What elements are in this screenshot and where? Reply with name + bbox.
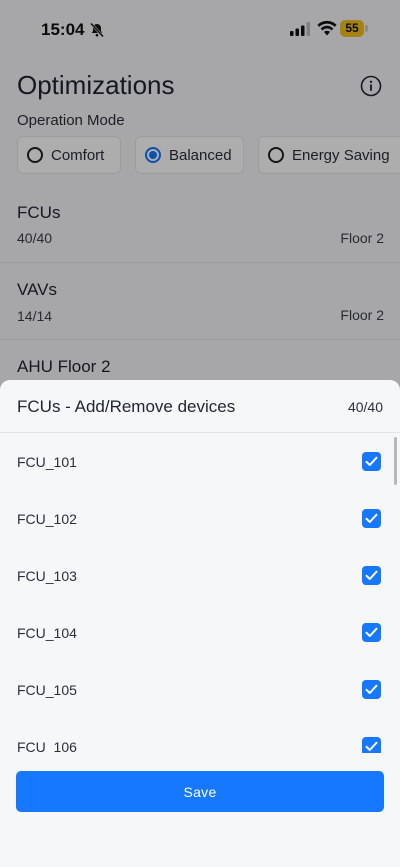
list-scrollbar[interactable]	[394, 437, 397, 485]
device-checkbox[interactable]	[362, 566, 381, 585]
device-row[interactable]: FCU_106	[0, 718, 400, 753]
device-row[interactable]: FCU_101	[0, 433, 400, 490]
device-row[interactable]: FCU_104	[0, 604, 400, 661]
sheet-title: FCUs - Add/Remove devices	[17, 397, 236, 416]
device-label: FCU_102	[17, 511, 77, 527]
device-row[interactable]: FCU_105	[0, 661, 400, 718]
sheet-header: FCUs - Add/Remove devices 40/40	[0, 380, 400, 433]
device-checkbox[interactable]	[362, 509, 381, 528]
device-label: FCU_101	[17, 454, 77, 470]
device-label: FCU_106	[17, 739, 77, 753]
add-remove-devices-sheet: FCUs - Add/Remove devices 40/40 FCU_101 …	[0, 380, 400, 867]
device-checkbox[interactable]	[362, 623, 381, 642]
device-label: FCU_103	[17, 568, 77, 584]
device-checkbox[interactable]	[362, 737, 381, 753]
device-label: FCU_104	[17, 625, 77, 641]
device-label: FCU_105	[17, 682, 77, 698]
device-row[interactable]: FCU_103	[0, 547, 400, 604]
device-row[interactable]: FCU_102	[0, 490, 400, 547]
device-list[interactable]: FCU_101 FCU_102 FCU_103 FCU_104 FCU_105 …	[0, 433, 400, 753]
save-button[interactable]: Save	[16, 771, 384, 812]
device-checkbox[interactable]	[362, 452, 381, 471]
sheet-count: 40/40	[347, 399, 383, 415]
device-checkbox[interactable]	[362, 680, 381, 699]
